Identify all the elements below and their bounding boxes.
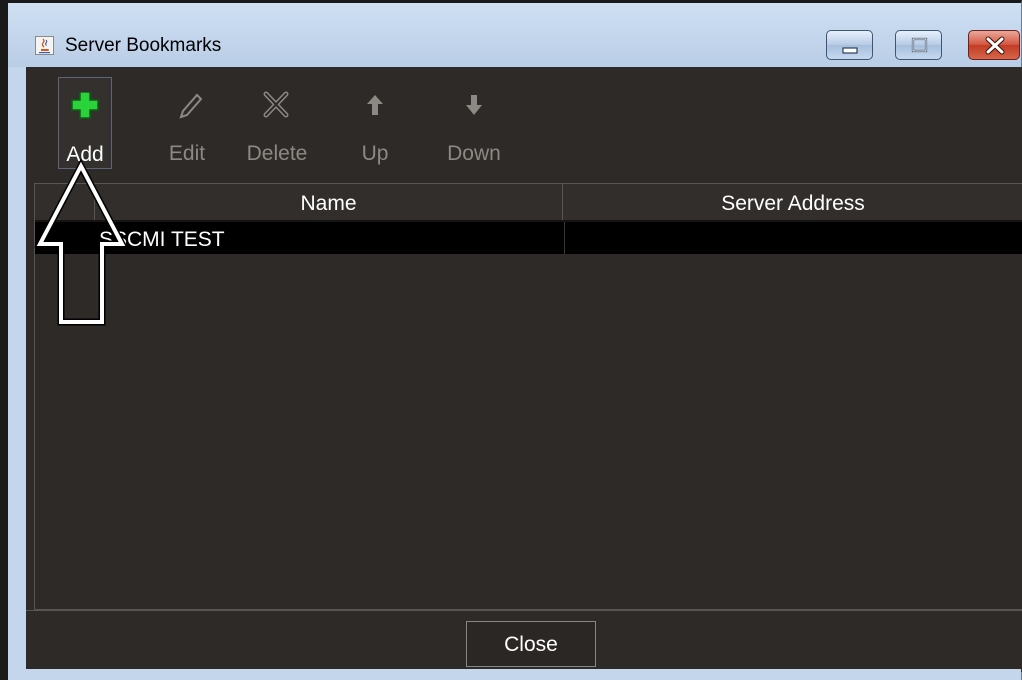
- down-label: Down: [447, 142, 501, 165]
- add-label: Add: [66, 143, 104, 166]
- dialog-footer: Close: [26, 610, 1022, 672]
- edit-label: Edit: [168, 142, 206, 165]
- up-label: Up: [361, 142, 389, 165]
- maximize-icon: [911, 37, 928, 53]
- close-window-button[interactable]: [968, 30, 1020, 60]
- minimize-icon: [842, 47, 858, 54]
- java-cup-icon: [35, 36, 54, 55]
- row-index-cell: [35, 222, 94, 254]
- row-name-cell: SSCMI TEST: [97, 222, 565, 254]
- delete-label: Delete: [246, 142, 308, 165]
- down-button[interactable]: Down: [434, 77, 514, 169]
- window-title: Server Bookmarks: [65, 35, 222, 56]
- table-row[interactable]: SSCMI TEST: [35, 222, 1022, 254]
- column-header-index[interactable]: [35, 184, 95, 220]
- minimize-button[interactable]: [826, 30, 873, 60]
- arrow-down-icon: [466, 95, 482, 115]
- edit-button[interactable]: Edit: [153, 77, 221, 169]
- server-bookmarks-window: Server Bookmarks Add Edit Delete Up Down…: [0, 0, 1022, 680]
- toolbar: Add Edit Delete Up Down: [26, 67, 1022, 177]
- column-header-name[interactable]: Name: [95, 184, 563, 220]
- plus-icon: [71, 92, 99, 119]
- arrow-up-icon: [367, 95, 383, 115]
- row-address-cell: [563, 222, 1022, 254]
- add-button[interactable]: Add: [58, 77, 112, 169]
- column-header-server-address[interactable]: Server Address: [563, 184, 1022, 220]
- close-icon: [985, 36, 1005, 55]
- window-bottom-edge: [8, 669, 1021, 680]
- pencil-icon: [179, 93, 203, 119]
- x-icon: [263, 91, 289, 118]
- bookmarks-table[interactable]: Name Server Address SSCMI TEST: [34, 183, 1022, 610]
- title-bar[interactable]: Server Bookmarks: [8, 3, 1021, 67]
- close-button[interactable]: Close: [466, 621, 596, 667]
- up-button[interactable]: Up: [346, 77, 404, 169]
- delete-button[interactable]: Delete: [234, 77, 320, 169]
- maximize-button[interactable]: [895, 30, 942, 60]
- table-header: Name Server Address: [35, 184, 1022, 222]
- client-area: Add Edit Delete Up Down Name Server Addr…: [26, 67, 1022, 672]
